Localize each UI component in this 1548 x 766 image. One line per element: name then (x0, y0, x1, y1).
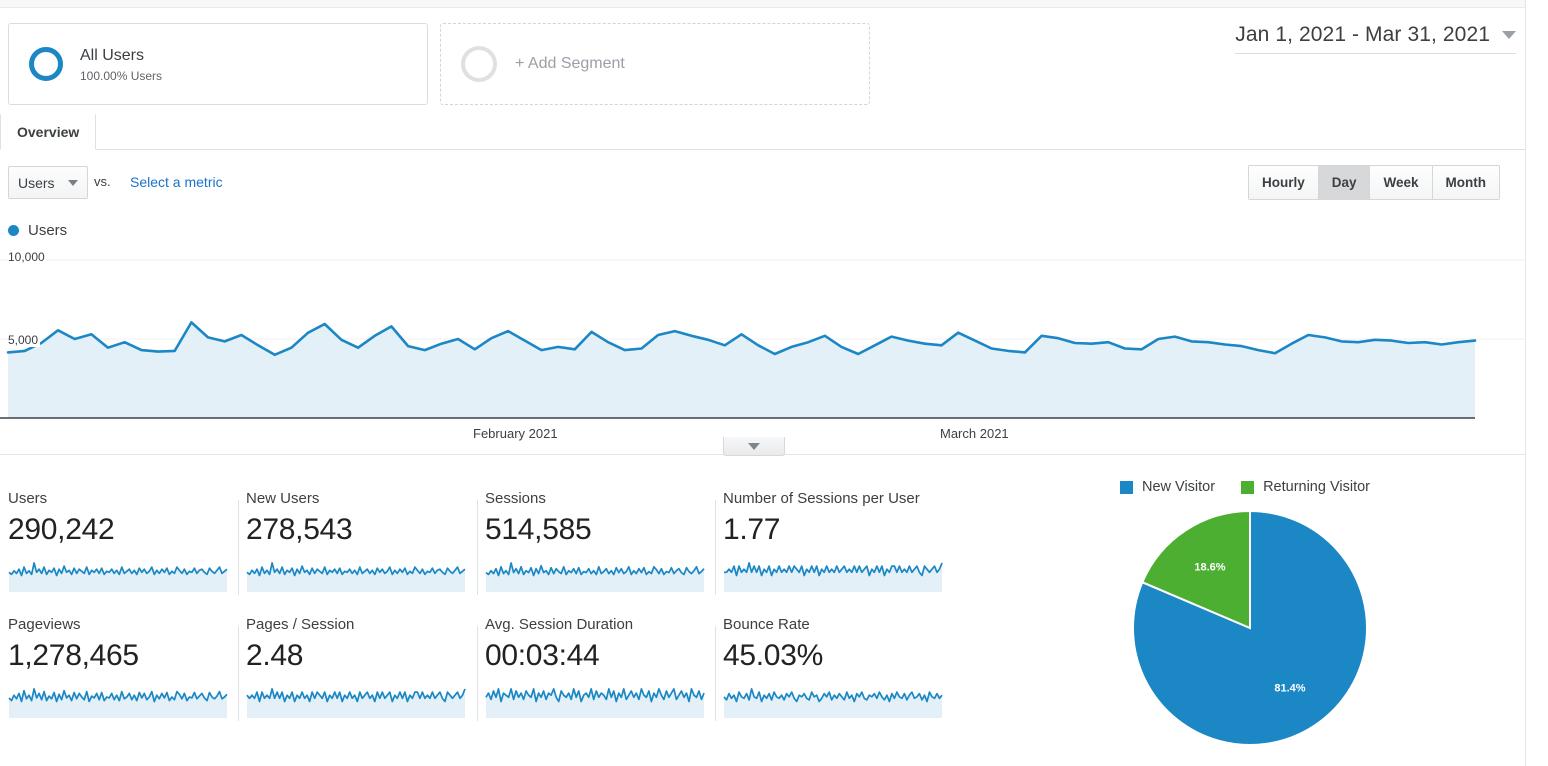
tab-bar: Overview (0, 113, 1525, 150)
vs-label: vs. (94, 174, 111, 189)
metric-card-title: Pages / Session (246, 616, 355, 633)
pie-legend-label: New Visitor (1142, 479, 1216, 495)
new-vs-returning-pie-block: New Visitor Returning Visitor 81.4% 18.6% (980, 470, 1520, 760)
metric-card-value: 2.48 (246, 639, 304, 672)
users-over-time-chart[interactable]: 10,000 5,000 February 2021 March 2021 (0, 246, 1525, 455)
metric-controls: Users vs. Select a metric Hourly Day Wee… (0, 160, 1525, 206)
metric-card-title: Bounce Rate (723, 616, 810, 633)
metric-card-value: 514,585 (485, 513, 592, 546)
top-strip (0, 0, 1525, 8)
svg-text:81.4%: 81.4% (1274, 682, 1305, 694)
add-segment-label: + Add Segment (515, 55, 625, 72)
metric-card-title: Avg. Session Duration (485, 616, 634, 633)
card-divider (238, 626, 239, 721)
metric-card-avg-session-duration[interactable]: Avg. Session Duration 00:03:44 (477, 616, 715, 728)
segment-all-users[interactable]: All Users 100.00% Users (8, 23, 428, 105)
card-divider (715, 500, 716, 595)
segment-all-users-text: All Users 100.00% Users (80, 46, 162, 83)
metric-card-value: 1,278,465 (8, 639, 139, 672)
granularity-month[interactable]: Month (1432, 166, 1499, 199)
metric-card-value: 278,543 (246, 513, 353, 546)
metric-card-new-users[interactable]: New Users 278,543 (238, 490, 476, 602)
pie-legend-item-new-visitor[interactable]: New Visitor (1120, 479, 1215, 495)
card-divider (477, 626, 478, 721)
metric-card-sparkline (8, 562, 228, 592)
svg-text:18.6%: 18.6% (1194, 561, 1225, 573)
granularity-button-group: Hourly Day Week Month (1247, 165, 1500, 200)
ring-icon (29, 47, 63, 81)
metric-card-bounce-rate[interactable]: Bounce Rate 45.03% (715, 616, 953, 728)
metric-card-title: Users (8, 490, 48, 507)
chart-legend-label: Users (28, 222, 68, 239)
tab-overview[interactable]: Overview (0, 113, 97, 150)
granularity-week[interactable]: Week (1370, 166, 1433, 199)
metric-select-value: Users (18, 174, 55, 191)
tab-overview-label: Overview (17, 124, 80, 140)
segment-all-users-title: All Users (80, 46, 145, 64)
right-rail (1525, 0, 1548, 766)
metric-card-title: Sessions (485, 490, 546, 507)
legend-swatch-icon (1120, 480, 1133, 494)
analytics-overview-page: All Users 100.00% Users + Add Segment Ja… (0, 0, 1548, 766)
legend-swatch-icon (1241, 480, 1255, 494)
y-axis-label-mid: 5,000 (8, 333, 41, 347)
segment-all-users-subtitle: 100.00% Users (80, 68, 163, 83)
pie-chart-svg[interactable]: 81.4% 18.6% (1130, 508, 1370, 748)
metric-cards-grid: Users 290,242 New Users 278,543 Sessions… (0, 490, 950, 742)
metric-card-pageviews[interactable]: Pageviews 1,278,465 (0, 616, 238, 728)
card-divider (715, 626, 716, 721)
card-divider (477, 500, 478, 595)
chart-legend: Users (8, 222, 67, 239)
select-a-metric-link[interactable]: Select a metric (130, 174, 223, 190)
metric-card-users[interactable]: Users 290,242 (0, 490, 238, 602)
granularity-day[interactable]: Day (1318, 166, 1371, 199)
metric-card-sparkline (724, 562, 943, 592)
metric-card-title: New Users (246, 490, 320, 507)
metric-card-sparkline (246, 562, 466, 592)
empty-ring-icon (461, 46, 497, 82)
metric-card-sparkline (246, 688, 466, 718)
metric-card-sparkline (723, 688, 943, 718)
date-range-text: Jan 1, 2021 - Mar 31, 2021 (1235, 23, 1490, 46)
granularity-hourly[interactable]: Hourly (1248, 166, 1319, 199)
add-segment-button[interactable]: + Add Segment (440, 23, 870, 105)
pie-legend-label: Returning Visitor (1263, 479, 1370, 495)
metric-card-value: 00:03:44 (485, 639, 600, 672)
metric-card-value: 1.77 (723, 513, 781, 546)
metric-select-dropdown[interactable]: Users (8, 166, 88, 199)
pie-legend-item-returning-visitor[interactable]: Returning Visitor (1241, 479, 1370, 495)
legend-dot-icon (8, 225, 19, 236)
metric-card-value: 45.03% (723, 639, 823, 672)
metric-card-sessions-per-user[interactable]: Number of Sessions per User 1.77 (715, 490, 953, 602)
pie-legend: New Visitor Returning Visitor (1120, 479, 1370, 495)
metric-card-sparkline (485, 688, 705, 718)
metric-card-row: Pageviews 1,278,465 Pages / Session 2.48… (0, 616, 950, 742)
card-divider (238, 500, 239, 595)
x-axis-label-february: February 2021 (473, 426, 558, 441)
metric-card-pages-per-session[interactable]: Pages / Session 2.48 (238, 616, 476, 728)
metric-card-value: 290,242 (8, 513, 115, 546)
users-area-chart-svg (0, 259, 1525, 419)
chevron-down-icon (68, 179, 78, 186)
date-range-picker[interactable]: Jan 1, 2021 - Mar 31, 2021 (1235, 23, 1516, 54)
metric-card-sessions[interactable]: Sessions 514,585 (477, 490, 715, 602)
metric-card-sparkline (485, 562, 705, 592)
x-axis-label-march: March 2021 (940, 426, 1009, 441)
chart-collapse-handle[interactable] (723, 437, 785, 456)
caret-down-icon (748, 442, 760, 450)
y-axis-label-top: 10,000 (8, 250, 47, 264)
metric-card-title: Number of Sessions per User (723, 490, 920, 507)
metric-card-title: Pageviews (8, 616, 81, 633)
caret-down-icon (1502, 31, 1516, 39)
metric-card-sparkline (8, 688, 228, 718)
metric-card-row: Users 290,242 New Users 278,543 Sessions… (0, 490, 950, 616)
